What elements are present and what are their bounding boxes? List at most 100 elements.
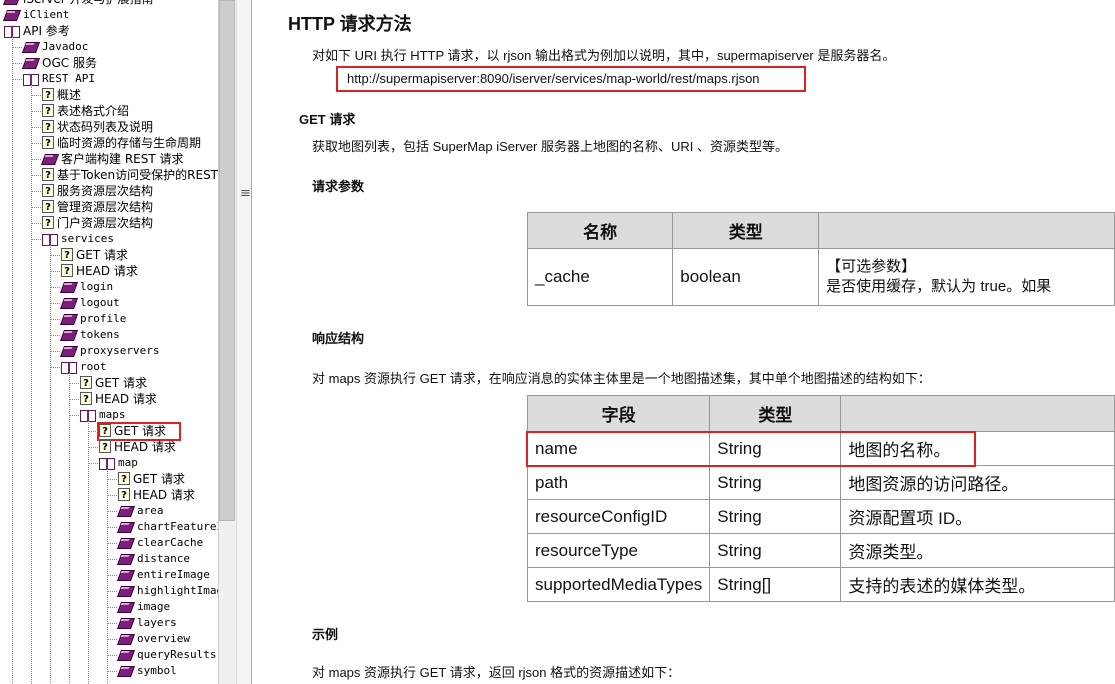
tree-item[interactable]: tokens — [61, 327, 121, 343]
tree-item[interactable]: ? 概述 — [42, 87, 82, 103]
tree-item-label: distance — [137, 552, 190, 565]
tree-item[interactable]: profile — [61, 311, 127, 327]
closed-book-icon — [118, 633, 134, 645]
tree-item[interactable]: Javadoc — [23, 39, 89, 55]
column-header: 名称 — [526, 212, 674, 249]
tree-item[interactable]: ? 门户资源层次结构 — [42, 215, 154, 231]
tree-scrollbar-thumb[interactable] — [219, 0, 235, 521]
tree-item[interactable]: ? 表述格式介绍 — [42, 103, 130, 119]
tree-item[interactable]: ? 状态码列表及说明 — [42, 119, 154, 135]
request-params-table: 名称 类型 _cache boolean 【可选参数】 是否使用缓存，默认为 t… — [526, 212, 1115, 306]
tree-connector — [50, 303, 60, 304]
closed-book-icon — [118, 537, 134, 549]
tree-item[interactable]: highlightImag — [118, 583, 218, 599]
tree-item-label: HEAD 请求 — [95, 392, 157, 406]
tree-item[interactable]: REST API — [23, 71, 96, 87]
tree-item-label: chartFeatureI — [137, 520, 218, 533]
tree-item[interactable]: ? GET 请求 — [118, 471, 186, 487]
tree-item[interactable]: layers — [118, 615, 178, 631]
tree-item-label: 客户端构建 REST 请求 — [61, 152, 184, 166]
tree-connector — [69, 383, 79, 384]
tree-item[interactable]: maps — [80, 407, 127, 423]
param-optional-label: 【可选参数】 — [826, 258, 917, 275]
request-params-heading: 请求参数 — [312, 179, 365, 194]
tree-item[interactable]: login — [61, 279, 114, 295]
tree-item[interactable]: services — [42, 231, 115, 247]
tree-item-label: root — [80, 360, 107, 373]
tree-item-label: queryResults — [137, 648, 217, 661]
closed-book-icon — [118, 665, 134, 677]
tree-item[interactable]: API 参考 — [4, 23, 71, 39]
tree-item[interactable]: ? 基于Token访问受保护的REST — [42, 167, 218, 183]
tree-item-label: Javadoc — [42, 40, 89, 53]
tree-item[interactable]: ? 管理资源层次结构 — [42, 199, 154, 215]
open-book-icon — [61, 361, 77, 374]
tree-connector — [107, 495, 117, 496]
tree-item[interactable]: OGC 服务 — [23, 55, 98, 71]
field-type-cell: String — [709, 465, 842, 500]
tree-connector — [50, 335, 60, 336]
tree-item[interactable]: iClient — [4, 7, 70, 23]
tree-item[interactable]: ? HEAD 请求 — [99, 439, 177, 455]
tree-connector — [88, 431, 98, 432]
tree-connector — [12, 79, 22, 80]
tree-item[interactable]: proxyservers — [61, 343, 160, 359]
param-name-cell: _cache — [526, 248, 674, 306]
tree-connector — [50, 255, 60, 256]
help-contents-tree[interactable]: iServer 开发与扩展指南iClient API 参考 Javadoc OGC 服… — [0, 0, 218, 684]
tree-item[interactable]: clearCache — [118, 535, 204, 551]
help-page-icon: ? — [42, 104, 54, 117]
tree-connector — [107, 479, 117, 480]
tree-connector — [31, 191, 41, 192]
tree-item[interactable]: distance — [118, 551, 191, 567]
help-content-pane: HTTP 请求方法 对如下 URI 执行 HTTP 请求，以 rjson 输出格… — [252, 0, 1115, 684]
tree-connector — [31, 207, 41, 208]
tree-item-label: HEAD 请求 — [133, 488, 195, 502]
tree-item[interactable]: iServer 开发与扩展指南 — [4, 0, 155, 7]
tree-item-label: 服务资源层次结构 — [57, 184, 154, 198]
tree-item[interactable]: ? HEAD 请求 — [80, 391, 158, 407]
get-request-heading: GET 请求 — [299, 112, 356, 127]
field-type-cell: String[] — [709, 567, 842, 602]
example-description: 对 maps 资源执行 GET 请求，返回 rjson 格式的资源描述如下： — [312, 665, 681, 680]
closed-book-icon — [23, 41, 39, 53]
closed-book-icon — [118, 649, 134, 661]
field-type-cell: String — [709, 533, 842, 568]
tree-connector — [31, 111, 41, 112]
tree-item[interactable]: logout — [61, 295, 121, 311]
tree-item[interactable]: ? 临时资源的存储与生命周期 — [42, 135, 202, 151]
tree-connector — [107, 527, 117, 528]
tree-item[interactable]: entireImage — [118, 567, 211, 583]
tree-item[interactable]: ? HEAD 请求 — [61, 263, 139, 279]
tree-item-label: login — [80, 280, 114, 293]
tree-item[interactable]: ? HEAD 请求 — [118, 487, 196, 503]
tree-item[interactable]: ? GET 请求 — [80, 375, 148, 391]
field-description-cell: 地图资源的访问路径。 — [840, 465, 1115, 500]
tree-item[interactable]: overview — [118, 631, 191, 647]
tree-item[interactable]: image — [118, 599, 171, 615]
tree-connector — [31, 175, 41, 176]
pane-splitter[interactable] — [236, 0, 252, 684]
closed-book-icon — [118, 617, 134, 629]
tree-item[interactable]: chartFeatureI — [118, 519, 218, 535]
tree-connector — [50, 351, 60, 352]
help-page-icon: ? — [99, 440, 111, 453]
tree-connector — [107, 655, 117, 656]
tree-item[interactable]: root — [61, 359, 108, 375]
help-page-icon: ? — [118, 488, 130, 501]
name-row-highlight-box — [526, 431, 976, 467]
tree-item-label: entireImage — [137, 568, 210, 581]
tree-item[interactable]: map — [99, 455, 139, 471]
tree-item[interactable]: ? 服务资源层次结构 — [42, 183, 154, 199]
tree-item[interactable]: queryResults — [118, 647, 217, 663]
tree-item[interactable]: 客户端构建 REST 请求 — [42, 151, 185, 167]
tree-connector — [88, 463, 98, 464]
help-page-icon: ? — [42, 216, 54, 229]
column-header — [818, 212, 1115, 249]
tree-item[interactable]: area — [118, 503, 165, 519]
tree-item[interactable]: ? GET 请求 — [61, 247, 129, 263]
table-header-row: 名称 类型 — [526, 212, 1115, 249]
tree-item[interactable]: symbol — [118, 663, 178, 679]
help-page-icon: ? — [42, 168, 54, 181]
closed-book-icon — [4, 9, 20, 21]
